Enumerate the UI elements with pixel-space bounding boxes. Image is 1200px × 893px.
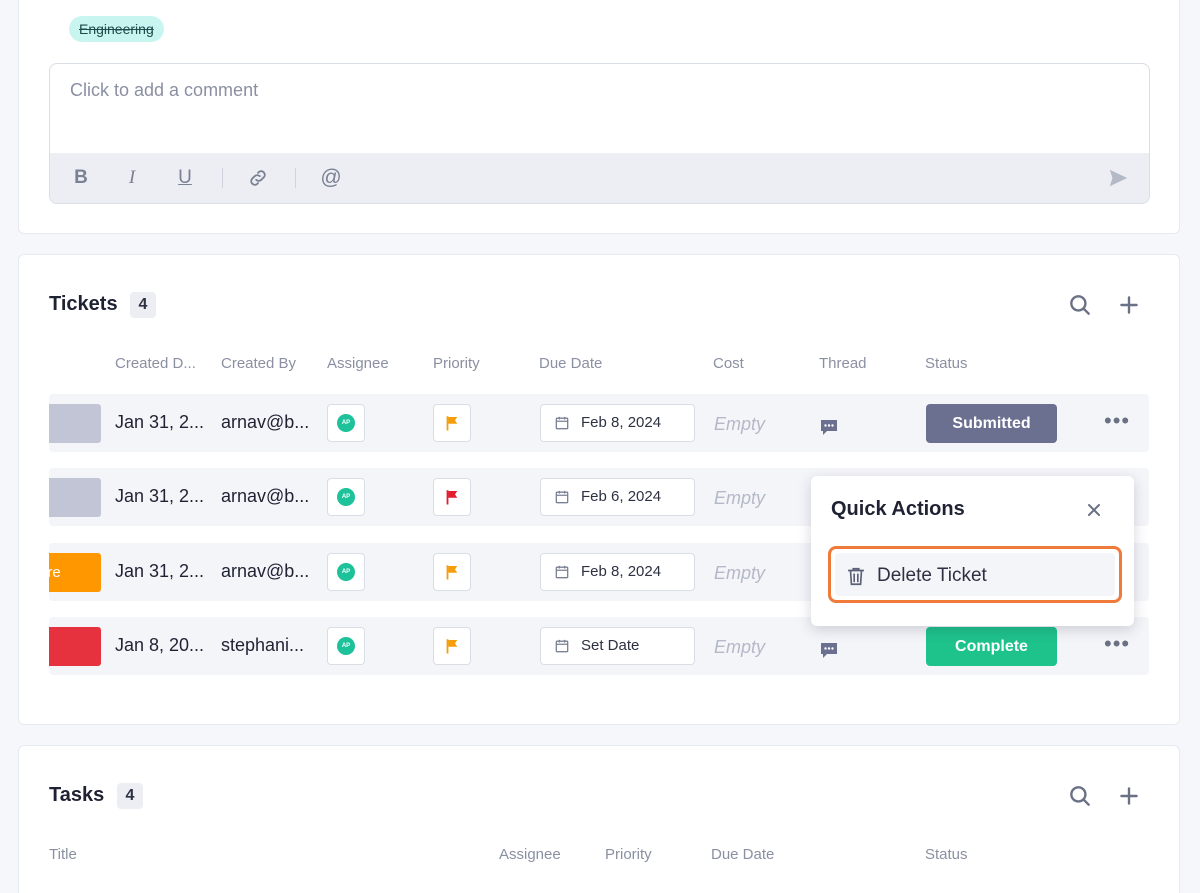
chat-icon[interactable] — [819, 641, 839, 661]
delete-ticket-button[interactable]: Delete Ticket — [828, 546, 1122, 603]
italic-button[interactable]: I — [119, 165, 145, 191]
status-button[interactable]: Submitted — [926, 404, 1057, 443]
avatar: AP — [337, 414, 355, 432]
flag-icon — [446, 639, 458, 654]
toolbar-divider — [222, 168, 223, 188]
trash-icon — [847, 567, 865, 586]
column-header-due-date[interactable]: Due Date — [539, 355, 602, 372]
add-icon[interactable] — [1116, 783, 1142, 809]
column-header-priority[interactable]: Priority — [605, 846, 652, 863]
engineering-tag[interactable]: Engineering — [69, 16, 164, 42]
priority-button[interactable] — [433, 553, 471, 591]
tasks-card: Tasks 4 Title Assignee Priority Due Date… — [18, 745, 1180, 893]
search-icon[interactable] — [1067, 783, 1093, 809]
add-icon[interactable] — [1116, 292, 1142, 318]
created-by-cell: stephani... — [221, 635, 305, 655]
calendar-icon — [555, 565, 569, 579]
column-header-title[interactable]: Title — [49, 846, 77, 863]
tickets-count-badge: 4 — [130, 292, 156, 318]
due-date-value: Feb 8, 2024 — [581, 563, 662, 580]
close-icon[interactable] — [1084, 500, 1104, 520]
assignee-button[interactable]: AP — [327, 478, 365, 516]
ticket-title-chip[interactable] — [49, 627, 101, 666]
column-header-assignee[interactable]: Assignee — [327, 355, 389, 372]
tasks-title: Tasks — [49, 784, 105, 806]
cost-cell[interactable]: Empty — [714, 563, 765, 584]
priority-button[interactable] — [433, 478, 471, 516]
flag-icon — [446, 490, 458, 505]
search-icon[interactable] — [1067, 292, 1093, 318]
comment-editor[interactable]: Click to add a comment B I U @ — [49, 63, 1150, 204]
bold-button[interactable]: B — [68, 165, 94, 191]
cost-cell[interactable]: Empty — [714, 488, 765, 509]
delete-ticket-label: Delete Ticket — [877, 565, 987, 586]
created-date-cell: Jan 31, 2... — [115, 561, 203, 581]
cost-cell[interactable]: Empty — [714, 637, 765, 658]
avatar: AP — [337, 563, 355, 581]
table-row[interactable]: y Jan 31, 2... arnav@b... AP Feb 8, 2024… — [49, 394, 1149, 452]
due-date-value: Feb 6, 2024 — [581, 488, 662, 505]
due-date-value: Feb 8, 2024 — [581, 414, 662, 431]
link-icon[interactable] — [245, 165, 271, 191]
created-date-cell: Jan 31, 2... — [115, 412, 203, 432]
ticket-title-chip[interactable]: y — [49, 478, 101, 517]
comment-placeholder[interactable]: Click to add a comment — [70, 80, 258, 101]
send-icon[interactable] — [1105, 165, 1131, 191]
calendar-icon — [555, 416, 569, 430]
quick-actions-title: Quick Actions — [831, 498, 965, 520]
column-header-cost[interactable]: Cost — [713, 355, 744, 372]
more-options-icon[interactable]: ••• — [1104, 633, 1130, 655]
assignee-button[interactable]: AP — [327, 553, 365, 591]
created-date-cell: Jan 31, 2... — [115, 486, 203, 506]
comment-card: Engineering Click to add a comment B I U… — [18, 0, 1180, 234]
calendar-icon — [555, 490, 569, 504]
status-button[interactable]: Complete — [926, 627, 1057, 666]
column-header-due-date[interactable]: Due Date — [711, 846, 774, 863]
flag-icon — [446, 416, 458, 431]
column-header-created-by[interactable]: Created By — [221, 355, 296, 372]
mention-button[interactable]: @ — [318, 165, 344, 191]
column-header-thread[interactable]: Thread — [819, 355, 867, 372]
due-date-picker[interactable]: Feb 6, 2024 — [540, 478, 695, 516]
created-date-cell: Jan 8, 20... — [115, 635, 203, 655]
tickets-title: Tickets — [49, 293, 118, 315]
delete-ticket-button-inner[interactable]: Delete Ticket — [835, 553, 1115, 596]
toolbar-divider — [295, 168, 296, 188]
priority-button[interactable] — [433, 627, 471, 665]
column-header-status[interactable]: Status — [925, 355, 968, 372]
ticket-title-chip[interactable]: y — [49, 404, 101, 443]
flag-icon — [446, 565, 458, 580]
due-date-picker[interactable]: Feb 8, 2024 — [540, 553, 695, 591]
column-header-priority[interactable]: Priority — [433, 355, 480, 372]
calendar-icon — [555, 639, 569, 653]
ticket-title-chip[interactable]: are — [49, 553, 101, 592]
avatar: AP — [337, 637, 355, 655]
assignee-button[interactable]: AP — [327, 404, 365, 442]
column-header-created-date[interactable]: Created D... — [115, 355, 196, 372]
assignee-button[interactable]: AP — [327, 627, 365, 665]
tasks-count-badge: 4 — [117, 783, 143, 809]
chat-icon[interactable] — [819, 418, 839, 438]
cost-cell[interactable]: Empty — [714, 414, 765, 435]
underline-button[interactable]: U — [172, 165, 198, 191]
priority-button[interactable] — [433, 404, 471, 442]
comment-toolbar: B I U @ — [50, 153, 1149, 203]
due-date-picker[interactable]: Feb 8, 2024 — [540, 404, 695, 442]
created-by-cell: arnav@b... — [221, 486, 310, 506]
created-by-cell: arnav@b... — [221, 561, 310, 581]
due-date-picker[interactable]: Set Date — [540, 627, 695, 665]
created-by-cell: arnav@b... — [221, 412, 310, 432]
avatar: AP — [337, 488, 355, 506]
column-header-status[interactable]: Status — [925, 846, 968, 863]
column-header-assignee[interactable]: Assignee — [499, 846, 561, 863]
more-options-icon[interactable]: ••• — [1104, 410, 1130, 432]
due-date-value: Set Date — [581, 637, 640, 654]
quick-actions-popup: Quick Actions Delete Ticket — [811, 476, 1134, 626]
